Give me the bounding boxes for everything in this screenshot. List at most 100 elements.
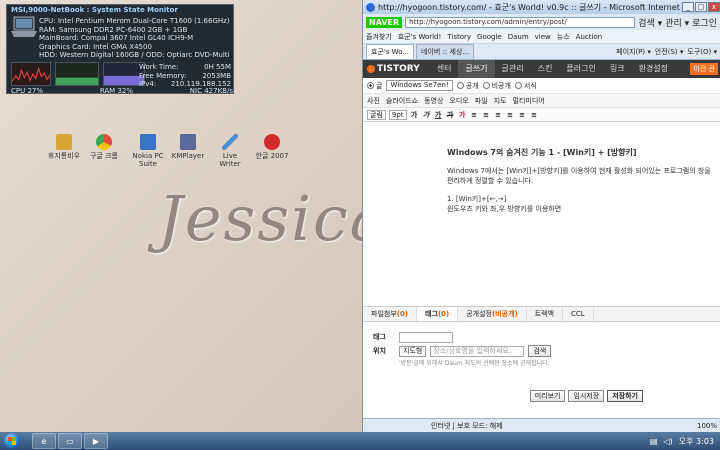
sysmon-hdd: HDD: Western Digital 160GB / ODD: Optiar…	[39, 51, 230, 60]
draft-button[interactable]: 임시저장	[568, 390, 605, 402]
desktop-icon-hangul[interactable]: 한글 2007	[254, 134, 290, 160]
nav-plugin[interactable]: 플러그인	[559, 60, 602, 78]
ie-taskbar-icon[interactable]: e	[32, 433, 56, 449]
tistory-logo[interactable]: TISTORY	[367, 64, 420, 74]
desktop-icon-recycle[interactable]: 휴지통비우	[46, 134, 82, 160]
save-button[interactable]: 저장하기	[607, 390, 643, 402]
login-button[interactable]: 로그인	[692, 16, 717, 29]
tab-ccl[interactable]: CCL	[563, 307, 594, 321]
url-input[interactable]: http://hyogoon.tistory.com/admin/entry/p…	[405, 16, 636, 28]
attach-slideshow-button[interactable]: 슬라이드쇼	[386, 96, 418, 106]
sysmon-mainboard: MainBoard: Compal 3607 Intel GL40 ICH9-M	[39, 34, 194, 43]
attach-multimedia-button[interactable]: 멀티미디어	[513, 96, 545, 106]
strike-button[interactable]: 가	[446, 110, 455, 120]
nav-write[interactable]: 글쓰기	[458, 60, 495, 78]
list-button[interactable]: ≡	[518, 111, 527, 119]
volume-icon[interactable]: ◁)	[663, 437, 672, 446]
favorites-button[interactable]: 즐겨찾기	[366, 32, 392, 42]
ie-window: http://hyogoon.tistory.com/ - 효군's World…	[362, 0, 720, 432]
tab-trackback[interactable]: 트랙백	[527, 307, 564, 321]
location-search-button[interactable]: 검색	[528, 345, 552, 357]
favorites-bar: 즐겨찾기 효군's World! Tistory Google Daum vie…	[363, 30, 720, 44]
network-icon[interactable]: ▤	[650, 437, 658, 446]
ie-logo-icon	[366, 2, 375, 12]
justify-button[interactable]: ≡	[506, 111, 515, 119]
desktop-icon-chrome[interactable]: 구글 크롬	[86, 134, 122, 160]
underline-button[interactable]: 가	[434, 110, 443, 120]
page-menu[interactable]: 페이지(P) ▾	[616, 47, 651, 57]
fav-link[interactable]: Tistory	[447, 33, 471, 41]
fav-link[interactable]: Daum	[508, 33, 529, 41]
ram-graph	[55, 62, 99, 86]
attach-file-button[interactable]: 파일	[475, 96, 488, 106]
location-note: '방문'글에 위해서 Daum 지도의 선택된 장소에 공개됩니다.	[399, 360, 550, 367]
category-select[interactable]: Windows Se7en!	[386, 80, 453, 91]
post-type-radio[interactable]: 글	[367, 81, 382, 91]
nav-settings[interactable]: 환경설정	[632, 60, 675, 78]
tab-visibility[interactable]: 공개설정(비공개)	[458, 307, 527, 321]
safety-menu[interactable]: 안전(S) ▾	[655, 47, 684, 57]
editor-content[interactable]: Windows 7의 숨겨진 기능 1 - [Win키] + [방향키] Win…	[447, 148, 717, 214]
tab-attachments[interactable]: 파일첨부(0)	[363, 307, 418, 321]
fav-link[interactable]: 뉴스	[557, 32, 570, 42]
tab-naver[interactable]: 네이버 :: 세상...	[416, 44, 475, 59]
location-input[interactable]: 장소/상호명을 입력하세요.	[430, 345, 525, 357]
back-button[interactable]: 이전 관	[690, 63, 718, 75]
editor-margin	[363, 134, 443, 304]
nav-skin[interactable]: 스킨	[531, 60, 560, 78]
attach-photo-button[interactable]: 사진	[367, 96, 380, 106]
visibility-private-radio[interactable]: 비공개	[482, 81, 511, 91]
free-memory-label: Free Memory:	[139, 71, 187, 80]
fav-link[interactable]: view	[535, 33, 551, 41]
attach-map-button[interactable]: 지도	[494, 96, 507, 106]
ie-title-bar[interactable]: http://hyogoon.tistory.com/ - 효군's World…	[363, 0, 720, 14]
mediaplayer-taskbar-icon[interactable]: ▶	[84, 433, 108, 449]
attach-audio-button[interactable]: 오디오	[449, 96, 468, 106]
post-actions: 미리보기 임시저장 저장하기	[363, 390, 720, 402]
manage-menu[interactable]: 관리 ▾	[665, 16, 689, 29]
fav-link[interactable]: 효군's World!	[398, 32, 442, 42]
fav-link[interactable]: Google	[477, 33, 502, 41]
cpu-usage: CPU 27%	[11, 87, 44, 95]
close-button[interactable]: x	[708, 2, 720, 12]
preview-button[interactable]: 미리보기	[529, 390, 566, 402]
nav-center[interactable]: 센터	[430, 60, 459, 78]
tools-menu[interactable]: 도구(O) ▾	[687, 47, 717, 57]
sysmon-title: MSI,9000-NetBook : System State Monitor	[11, 6, 178, 14]
desktop-icon-nokia[interactable]: Nokia PC Suite	[130, 134, 166, 168]
tag-label: 태그	[373, 333, 386, 341]
desktop-icon-livewriter[interactable]: Live Writer	[212, 134, 248, 168]
attach-video-button[interactable]: 동영상	[424, 96, 443, 106]
zoom-level[interactable]: 100%	[697, 422, 717, 430]
nav-link[interactable]: 링크	[603, 60, 632, 78]
template-radio[interactable]: 서식	[514, 81, 537, 91]
explorer-taskbar-icon[interactable]: ▭	[58, 433, 82, 449]
desktop-icon-label: 구글 크롬	[90, 152, 118, 160]
visibility-public-radio[interactable]: 공개	[456, 81, 479, 91]
desktop-icon-kmplayer[interactable]: KMPlayer	[170, 134, 206, 160]
search-menu[interactable]: 검색 ▾	[638, 16, 662, 29]
align-right-button[interactable]: ≡	[494, 111, 503, 119]
tab-tags[interactable]: 태그(0)	[417, 307, 459, 321]
fav-link[interactable]: Auction	[576, 33, 602, 41]
nav-manage[interactable]: 글관리	[495, 60, 531, 78]
location-type-select[interactable]: 지도형	[399, 345, 427, 357]
start-button[interactable]	[4, 433, 20, 449]
color-button[interactable]: 가	[458, 110, 467, 120]
font-select[interactable]: 굴림	[367, 109, 386, 120]
tag-input[interactable]	[399, 331, 453, 343]
clock[interactable]: 오후 3:03	[679, 436, 714, 447]
cpu-graph	[11, 62, 51, 86]
italic-button[interactable]: 가	[422, 110, 431, 120]
post-editor[interactable]: Windows 7의 숨겨진 기능 1 - [Win키] + [방향키] Win…	[363, 134, 720, 304]
align-left-button[interactable]: ≡	[470, 111, 479, 119]
tab-tistory[interactable]: 효군's Wo...	[366, 44, 415, 59]
size-select[interactable]: 9pt	[388, 109, 407, 120]
quote-button[interactable]: ≡	[530, 111, 539, 119]
system-monitor-gadget: MSI,9000-NetBook : System State Monitor …	[6, 4, 234, 95]
maximize-button[interactable]: □	[695, 2, 707, 12]
align-center-button[interactable]: ≡	[482, 111, 491, 119]
format-toolbar: 굴림 9pt 가 가 가 가 가 ≡ ≡ ≡ ≡ ≡ ≡	[363, 108, 720, 122]
bold-button[interactable]: 가	[410, 110, 419, 120]
minimize-button[interactable]: _	[682, 2, 694, 12]
